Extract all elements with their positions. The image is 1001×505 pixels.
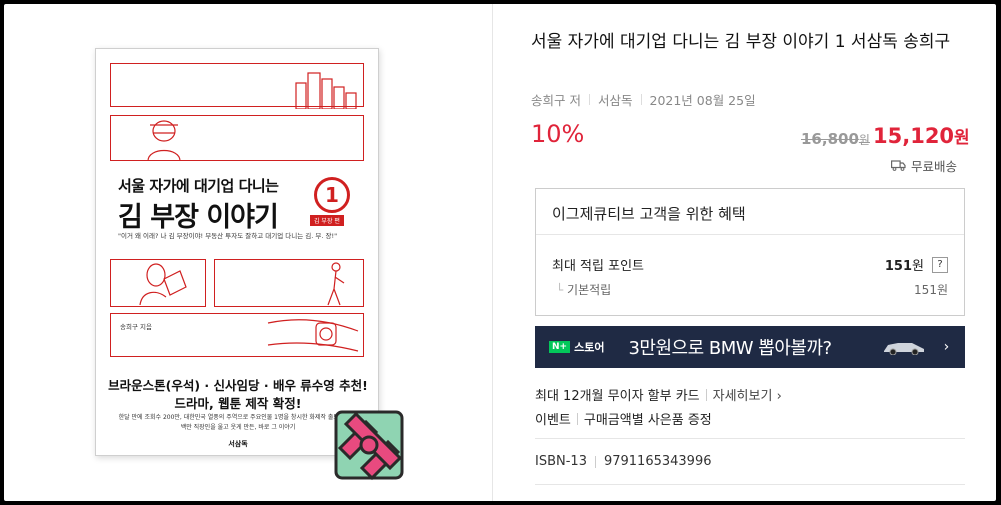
product-image-area: 서울 자가에 대기업 다니는 김 부장 이야기 1 김 부장 편 "이거 왜 이… (4, 4, 492, 501)
naver-plus-icon: N+ (549, 341, 571, 353)
chevron-right-icon[interactable]: › (944, 339, 950, 355)
building-illustration (295, 72, 357, 109)
meta-separator (588, 94, 590, 105)
benefit-panel: 이그제큐티브 고객을 위한 혜택 최대 적립 포인트 151원 ? └ 기본적립… (535, 188, 965, 316)
publisher-link[interactable]: 서삼독 (598, 90, 633, 109)
cover-title-line2: 김 부장 이야기 (118, 202, 279, 233)
cover-volume-badge: 1 (314, 177, 350, 213)
cover-quote: "이거 왜 이래? 나 김 부장이야! 부동산 투자도 잘하고 대기업 다니는 … (118, 232, 338, 240)
author-link[interactable]: 송희구 저 (531, 90, 581, 109)
cover-recommend-line1: 브라운스톤(우석) · 신사임당 · 배우 류수영 추천! (108, 378, 368, 393)
product-title: 서울 자가에 대기업 다니는 김 부장 이야기 1 서삼독 송희구 (531, 32, 951, 52)
basic-points-value: 151원 (914, 283, 948, 297)
publish-date: 2021년 08월 25일 (649, 93, 756, 108)
event-text[interactable]: 구매금액별 사은품 증정 (584, 409, 712, 428)
store-label: 스토어 (574, 341, 605, 354)
section-divider (535, 484, 965, 485)
points-number: 151 (884, 259, 913, 274)
cover-description: 한달 만에 조회수 200만, 대한민국 열풍의 주역으로 주요인물 1명을 창… (118, 414, 358, 431)
isbn-value: 9791165343996 (603, 454, 712, 469)
benefit-heading: 이그제큐티브 고객을 위한 혜택 (536, 189, 964, 235)
shipping-label: 무료배송 (911, 159, 958, 174)
original-price-unit: 원 (858, 133, 870, 147)
meta-separator (640, 94, 642, 105)
naver-store-logo: N+ 스토어 (549, 339, 604, 355)
sale-price-unit: 원 (954, 128, 970, 148)
basic-points-label: └ 기본적립 (556, 281, 611, 298)
book-cover[interactable]: 서울 자가에 대기업 다니는 김 부장 이야기 1 김 부장 편 "이거 왜 이… (95, 48, 379, 456)
event-label: 이벤트 (535, 413, 571, 428)
event-row: 이벤트 구매금액별 사은품 증정 (535, 409, 712, 428)
help-button[interactable]: ? (932, 256, 948, 273)
basic-points-text: 기본적립 (567, 283, 612, 297)
truck-icon (891, 160, 906, 171)
gift-icon[interactable] (326, 402, 412, 488)
isbn-label: ISBN-13 (535, 454, 587, 469)
installment-row: 최대 12개월 무이자 할부 카드 자세히보기 › (535, 385, 782, 404)
shipping-info: 무료배송 (891, 156, 957, 175)
product-meta: 송희구 저 서삼독 2021년 08월 25일 (531, 90, 756, 109)
original-price-value: 16,800 (801, 130, 859, 148)
figure-illustration (327, 262, 345, 306)
product-page: 서울 자가에 대기업 다니는 김 부장 이야기 1 김 부장 편 "이거 왜 이… (4, 4, 996, 501)
details-link[interactable]: 자세히보기 › (713, 385, 782, 404)
max-points-value: 151원 ? (885, 255, 948, 274)
points-unit: 원 (912, 259, 924, 274)
car-icon (883, 343, 924, 355)
banner-text: 3만원으로 BMW 뽑아볼까? (628, 338, 832, 359)
info-separator (705, 388, 707, 401)
cover-title-line1: 서울 자가에 대기업 다니는 (118, 177, 279, 195)
info-separator (594, 455, 596, 468)
cover-author: 송희구 지음 (120, 323, 152, 331)
hand-illustration (139, 263, 187, 305)
ad-banner[interactable]: N+ 스토어 3만원으로 BMW 뽑아볼까? › (535, 326, 965, 368)
watch-illustration (267, 319, 359, 352)
cover-volume-tag: 김 부장 편 (310, 215, 344, 226)
section-divider (535, 438, 965, 439)
product-detail: 서울 자가에 대기업 다니는 김 부장 이야기 1 서삼독 송희구 송희구 저 … (493, 4, 996, 501)
max-points-row: 최대 적립 포인트 151원 ? (552, 255, 948, 274)
max-points-label: 최대 적립 포인트 (552, 259, 644, 274)
indent-corner-icon: └ (556, 283, 568, 297)
isbn-row: ISBN-13 9791165343996 (535, 454, 712, 469)
original-price: 16,800원 (801, 130, 870, 148)
sale-price: 15,120원 (873, 123, 970, 148)
installment-text: 최대 12개월 무이자 할부 카드 (535, 389, 700, 404)
basic-points-row: └ 기본적립 151원 (556, 281, 948, 298)
discount-rate: 10% (531, 120, 585, 148)
sale-price-value: 15,120 (873, 124, 955, 148)
character-illustration (147, 120, 181, 161)
info-separator (576, 412, 578, 425)
